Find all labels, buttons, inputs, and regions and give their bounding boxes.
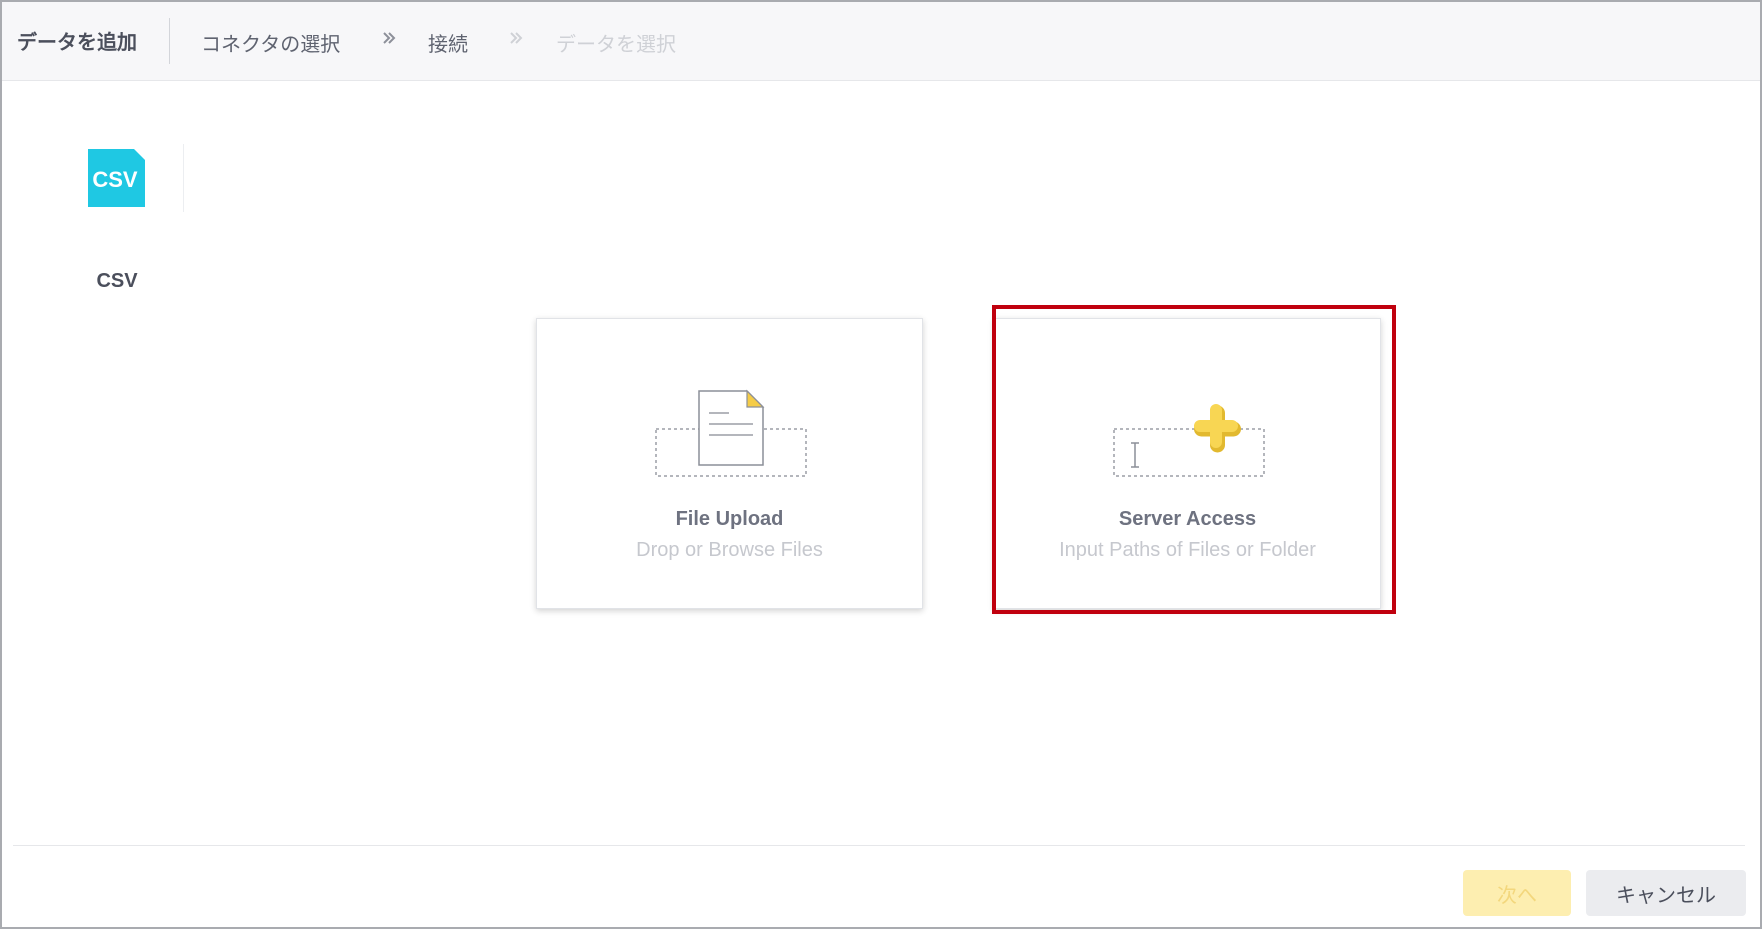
server-access-icon	[1113, 404, 1265, 477]
file-upload-icon	[655, 389, 807, 477]
add-data-dialog: データを追加 コネクタの選択 接続 データを選択 CSV CSV File Up…	[0, 0, 1762, 929]
breadcrumb-step-connect: 接続	[428, 34, 468, 56]
breadcrumb-step-select-data: データを選択	[556, 34, 676, 56]
next-button[interactable]: 次へ	[1463, 870, 1571, 916]
server-access-subtitle: Input Paths of Files or Folder	[1059, 539, 1316, 561]
csv-file-icon: CSV	[88, 149, 145, 207]
file-upload-option[interactable]: File Upload Drop or Browse Files	[536, 318, 923, 609]
footer-divider	[13, 845, 1745, 846]
file-upload-subtitle: Drop or Browse Files	[636, 539, 823, 561]
server-access-option[interactable]: Server Access Input Paths of Files or Fo…	[994, 318, 1381, 609]
double-chevron-right-icon	[383, 32, 396, 44]
file-upload-title: File Upload	[675, 508, 784, 530]
connector-divider	[183, 144, 184, 212]
connector-label: CSV	[96, 270, 138, 292]
csv-icon-text: CSV	[92, 167, 138, 192]
dialog-header: データを追加 コネクタの選択 接続 データを選択	[2, 2, 1760, 81]
dialog-title: データを追加	[17, 32, 137, 54]
double-chevron-right-icon	[510, 32, 523, 44]
cancel-button[interactable]: キャンセル	[1586, 870, 1746, 916]
breadcrumb-step-select-connector: コネクタの選択	[201, 34, 341, 56]
header-divider	[169, 18, 170, 64]
server-access-title: Server Access	[1118, 508, 1257, 530]
